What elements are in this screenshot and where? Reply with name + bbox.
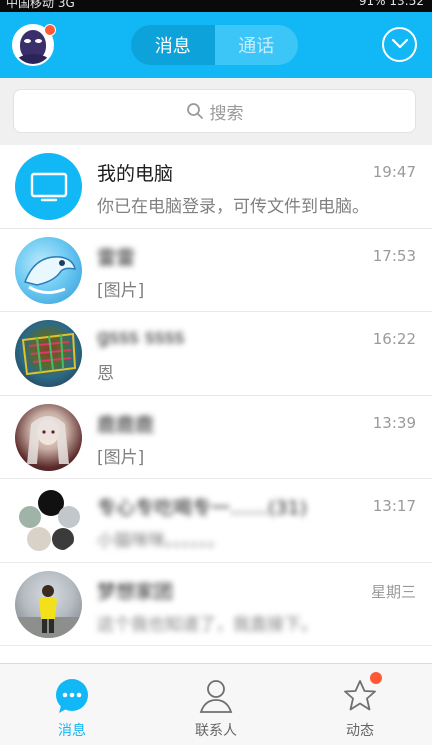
tab-calls[interactable]: 通话 [214,25,298,65]
tab-messages-bottom[interactable]: 消息 [0,664,144,745]
conversation-item[interactable]: 我的电脑 19:47 你已在电脑登录，可传文件到电脑。 [0,145,432,229]
bottom-tab-bar: 消息 联系人 动态 [0,663,432,745]
conversation-item[interactable]: 专心专吃喝专一……(31) 13:17 小猫咪咪。。。。。。 [0,479,432,563]
conversation-item[interactable]: 鹿鹿鹿 13:39 [图片] [0,396,432,479]
more-menu-button[interactable] [382,27,417,62]
carrier-label: 中国移动 3G [6,0,75,10]
status-right: 91% 13:52 [359,0,424,8]
conversation-time: 星期三 [370,582,416,601]
conversation-preview: 小猫咪咪。。。。。。 [97,531,225,551]
monitor-icon [30,172,67,201]
conversation-preview: [图片] [97,447,145,468]
conversation-preview: 这个我也知道了，我直接下。 [97,614,318,635]
conversation-name: 我的电脑 [97,163,174,185]
search-icon [186,103,203,119]
avatar-right-eye [35,39,42,43]
battery-label: 91% [358,0,386,8]
dolphin-illustration [24,255,76,294]
conversation-name: 专心专吃喝专一……(31) [97,497,308,519]
conversation-name: 梦想家团 [97,580,174,603]
girl-illustration [27,415,69,464]
conversation-time: 16:22 [372,330,416,348]
tab-messages[interactable]: 消息 [131,25,215,65]
conversation-name: 雷雷 [97,246,136,269]
conversation-name: gsss ssss [97,326,185,348]
tab-label: 消息 [58,723,86,739]
conversation-time: 17:53 [372,246,416,265]
chat-bubble-icon [56,679,88,713]
dolphin-avatar [15,236,82,304]
message-call-switch: 消息 通话 [131,25,298,65]
group-avatar [15,487,82,554]
app-header: 消息 通话 [0,12,432,78]
conversation-preview: 你已在电脑登录，可传文件到电脑。 [97,197,369,217]
notification-dot [370,672,382,684]
tab-contacts[interactable]: 联系人 [144,664,288,745]
conversation-preview: 恩 [97,364,114,384]
person-avatar [15,570,82,638]
contacts-icon [199,680,233,713]
conversation-list: 我的电脑 19:47 你已在电脑登录，可传文件到电脑。 雷雷 17:53 [图片… [0,145,432,663]
colorful-avatar [15,320,82,387]
conversation-time: 19:47 [372,163,416,181]
conversation-name: 鹿鹿鹿 [97,413,155,436]
tab-label: 联系人 [195,723,237,739]
avatar-left-eye [24,39,31,43]
person-illustration [15,584,82,638]
avatar-body [16,54,50,64]
search-bar-container: 搜索 [0,78,432,144]
computer-avatar [15,153,82,220]
tab-dynamic[interactable]: 动态 [288,664,432,745]
status-bar: 中国移动 3G 91% 13:52 [0,0,432,12]
conversation-time: 13:17 [372,497,416,515]
conversation-item[interactable]: 雷雷 17:53 [图片] [0,229,432,312]
conversation-time: 13:39 [372,413,416,432]
conversation-item[interactable]: gsss ssss 16:22 恩 [0,312,432,396]
conversation-preview: [图片] [97,280,145,301]
conversation-item[interactable]: 梦想家团 星期三 这个我也知道了，我直接下。 [0,563,432,646]
tab-label: 动态 [346,723,374,739]
search-input[interactable]: 搜索 [13,89,416,133]
search-placeholder: 搜索 [209,103,244,124]
group-avatar-collage [19,490,80,551]
notification-dot [44,24,56,36]
girl-avatar [15,403,82,471]
pattern-illustration [21,332,77,376]
clock-label: 13:52 [389,0,424,8]
chevron-down-icon [391,38,409,49]
